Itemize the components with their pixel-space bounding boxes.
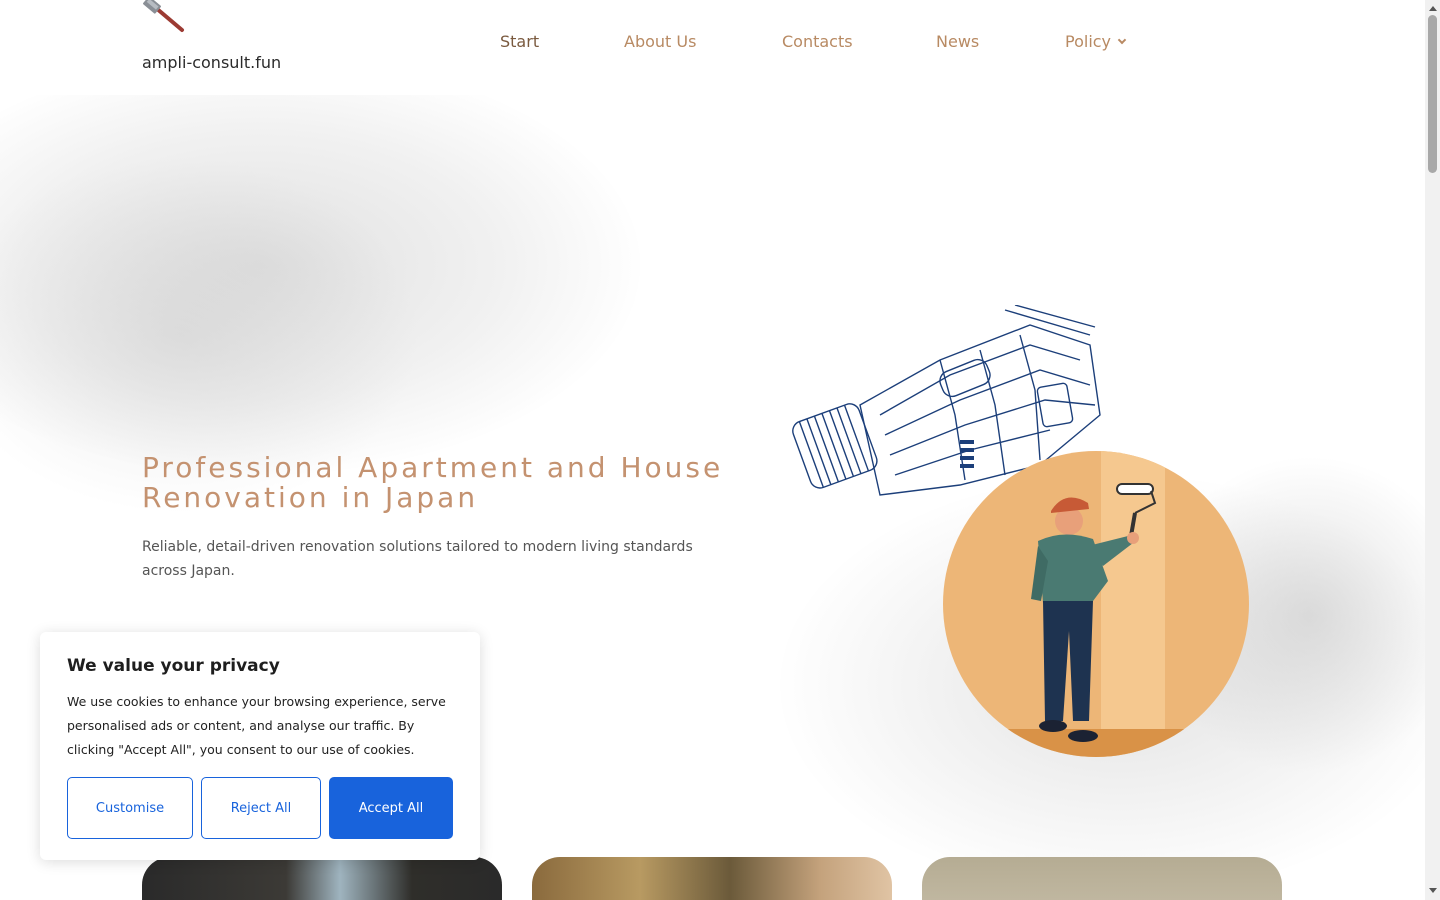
nav-policy[interactable]: Policy <box>1065 32 1127 51</box>
scroll-thumb[interactable] <box>1428 15 1437 173</box>
hero-title: Professional Apartment and House Renovat… <box>142 451 724 514</box>
scroll-up-arrow-icon[interactable] <box>1429 6 1437 11</box>
cookie-title: We value your privacy <box>67 656 280 676</box>
site-header: ampli-consult.fun Start About Us Contact… <box>0 0 1425 95</box>
site-name[interactable]: ampli-consult.fun <box>142 53 281 72</box>
nav-news[interactable]: News <box>936 32 979 51</box>
painter-figure <box>1031 483 1157 742</box>
scroll-down-arrow-icon[interactable] <box>1429 888 1437 893</box>
nav-policy-label: Policy <box>1065 32 1112 51</box>
nav-start[interactable]: Start <box>500 32 539 51</box>
accept-all-button[interactable]: Accept All <box>329 777 453 839</box>
hero-subtitle: Reliable, detail-driven renovation solut… <box>142 539 693 579</box>
nav-contacts[interactable]: Contacts <box>782 32 853 51</box>
hammer-icon[interactable] <box>142 0 186 34</box>
service-card-image[interactable] <box>922 857 1282 900</box>
cookie-consent-dialog: We value your privacy We use cookies to … <box>40 632 480 860</box>
reject-all-button[interactable]: Reject All <box>201 777 321 839</box>
cookie-text: We use cookies to enhance your browsing … <box>67 694 446 757</box>
painter-illustration <box>943 451 1249 757</box>
service-card-image[interactable] <box>142 857 502 900</box>
customise-button[interactable]: Customise <box>67 777 193 839</box>
service-card-image[interactable] <box>532 857 892 900</box>
vertical-scrollbar[interactable] <box>1425 0 1440 900</box>
chevron-down-icon <box>1117 35 1127 45</box>
nav-about-us[interactable]: About Us <box>624 32 696 51</box>
